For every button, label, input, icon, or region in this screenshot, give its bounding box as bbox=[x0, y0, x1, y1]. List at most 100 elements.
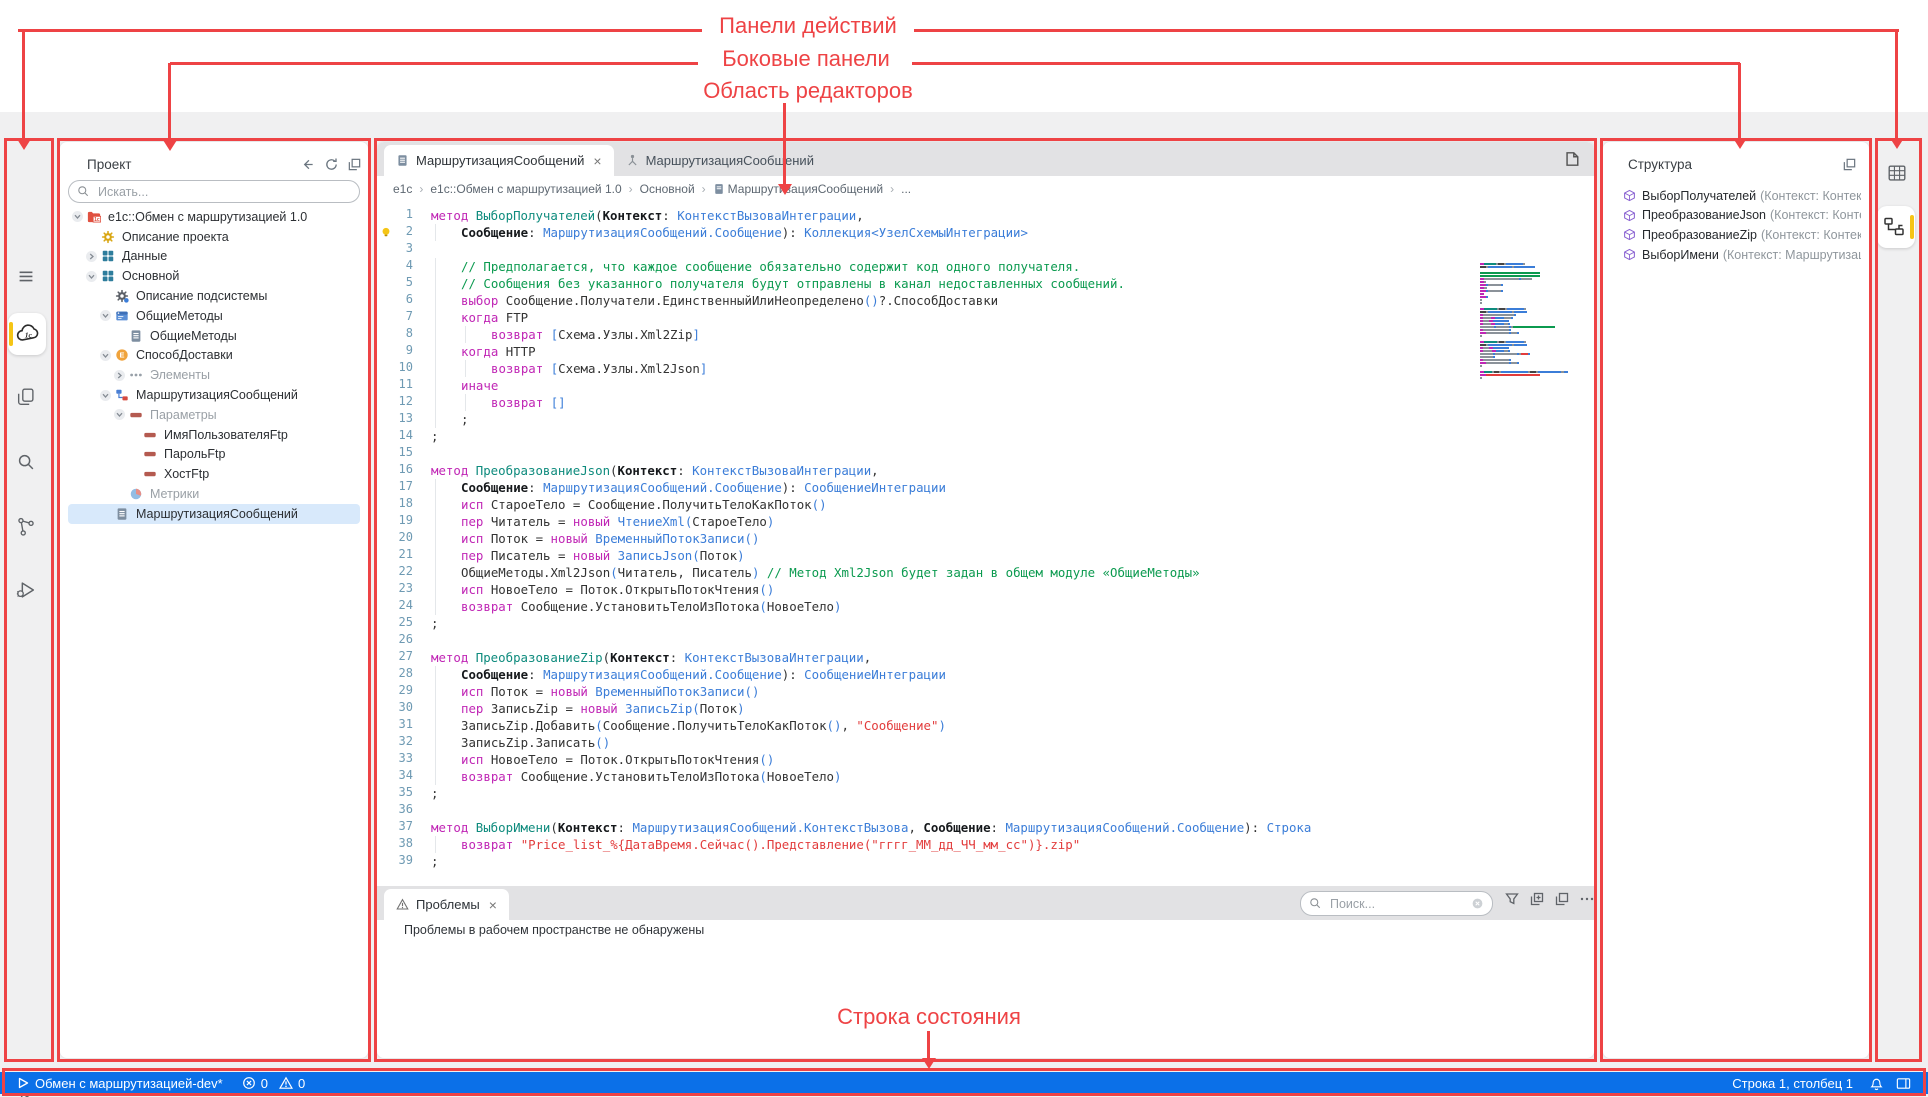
layout-icon[interactable] bbox=[1895, 1075, 1912, 1092]
code-line[interactable]: исп НовоеТело = Поток.ОткрытьПотокЧтения… bbox=[423, 751, 1594, 768]
restore-icon[interactable] bbox=[1554, 891, 1570, 907]
back-icon[interactable] bbox=[298, 155, 316, 173]
tree-item[interactable]: ПарольFtp bbox=[68, 445, 360, 465]
code-line[interactable]: метод ПреобразованиеJson(Контекст: Конте… bbox=[423, 462, 1594, 479]
chevron-down-icon[interactable] bbox=[100, 311, 115, 321]
code-line[interactable]: выбор Сообщение.Получатели.ЕдинственныйИ… bbox=[423, 292, 1594, 309]
collapse-all-icon[interactable] bbox=[345, 155, 363, 173]
status-project[interactable]: Обмен с маршрутизацией-dev* bbox=[35, 1076, 223, 1091]
tab-problems[interactable]: Проблемы × bbox=[384, 889, 509, 920]
structure-item[interactable]: ПреобразованиеJson(Контекст: Контек... bbox=[1623, 206, 1861, 226]
code-line[interactable]: метод ПреобразованиеZip(Контекст: Контек… bbox=[423, 649, 1594, 666]
breadcrumb-item[interactable]: e1c::Обмен с маршрутизацией 1.0 bbox=[430, 182, 621, 196]
table-icon[interactable] bbox=[1879, 155, 1915, 191]
code-line[interactable]: пер Писатель = новый ЗаписьJson(Поток) bbox=[423, 547, 1594, 564]
hamburger-icon[interactable] bbox=[8, 258, 44, 294]
project-search-input[interactable] bbox=[96, 184, 351, 200]
code-line[interactable]: ; bbox=[423, 615, 1594, 632]
chevron-down-icon[interactable] bbox=[86, 271, 101, 281]
breadcrumb-item[interactable]: e1c bbox=[393, 182, 412, 196]
tree-item[interactable]: МаршрутизацияСообщений bbox=[68, 504, 360, 524]
code-line[interactable] bbox=[423, 632, 1594, 649]
code-line[interactable]: ОбщиеМетоды.Xml2Json(Читатель, Писатель)… bbox=[423, 564, 1594, 581]
code-line[interactable]: ; bbox=[423, 853, 1594, 870]
code-line[interactable]: ; bbox=[423, 428, 1594, 445]
code-line[interactable]: исп Поток = новый ВременныйПотокЗаписи() bbox=[423, 530, 1594, 547]
tree-item[interactable]: Описание проекта bbox=[68, 227, 360, 247]
tree-item[interactable]: ИмяПользователяFtp bbox=[68, 425, 360, 445]
editor-menu-icon[interactable] bbox=[1562, 150, 1580, 173]
code-line[interactable]: исп Поток = новый ВременныйПотокЗаписи() bbox=[423, 683, 1594, 700]
maximize-icon[interactable] bbox=[1529, 891, 1545, 907]
code-line[interactable]: возврат "Price_list_%{ДатаВремя.Сейчас()… bbox=[423, 836, 1594, 853]
code-line[interactable]: когда HTTP bbox=[423, 343, 1594, 360]
tree-item[interactable]: МаршрутизацияСообщений bbox=[68, 385, 360, 405]
minimap[interactable] bbox=[1480, 263, 1586, 393]
breadcrumb-item[interactable]: МаршрутизацияСообщений bbox=[713, 181, 883, 196]
restore-icon[interactable] bbox=[1840, 155, 1858, 173]
refresh-icon[interactable] bbox=[322, 155, 340, 173]
chevron-down-icon[interactable] bbox=[100, 350, 115, 360]
code-line[interactable]: Сообщение: МаршрутизацияСообщений.Сообще… bbox=[423, 224, 1594, 241]
code-line[interactable] bbox=[423, 802, 1594, 819]
problems-search-input[interactable] bbox=[1328, 896, 1465, 912]
project-search[interactable] bbox=[68, 180, 360, 203]
tree-item[interactable]: Элементы bbox=[68, 365, 360, 385]
chevron-down-icon[interactable] bbox=[72, 212, 87, 222]
warnings-icon[interactable] bbox=[279, 1076, 293, 1090]
tree-item[interactable]: EСпособДоставки bbox=[68, 346, 360, 366]
code-line[interactable]: ЗаписьZip.Добавить(Сообщение.ПолучитьТел… bbox=[423, 717, 1594, 734]
code-line[interactable]: исп НовоеТело = Поток.ОткрытьПотокЧтения… bbox=[423, 581, 1594, 598]
chevron-down-icon[interactable] bbox=[114, 410, 129, 420]
code-line[interactable]: возврат [] bbox=[423, 394, 1594, 411]
code-line[interactable] bbox=[423, 445, 1594, 462]
tree-item[interactable]: Описание подсистемы bbox=[68, 286, 360, 306]
files-icon[interactable] bbox=[8, 379, 44, 415]
tree-item[interactable]: Метрики bbox=[68, 484, 360, 504]
search-icon[interactable] bbox=[8, 444, 44, 480]
structure-view-button[interactable] bbox=[1877, 206, 1915, 248]
code-line[interactable]: иначе bbox=[423, 377, 1594, 394]
tree-item[interactable]: Основной bbox=[68, 266, 360, 286]
tree-item[interactable]: Данные bbox=[68, 247, 360, 267]
code-line[interactable]: метод ВыборПолучателей(Контекст: Контекс… bbox=[423, 207, 1594, 224]
code-line[interactable]: метод ВыборИмени(Контекст: Маршрутизация… bbox=[423, 819, 1594, 836]
onec-explorer-button[interactable]: 1с bbox=[8, 313, 46, 355]
code-line[interactable]: когда FTP bbox=[423, 309, 1594, 326]
errors-icon[interactable] bbox=[242, 1076, 256, 1090]
chevron-right-icon[interactable] bbox=[86, 251, 101, 261]
breadcrumb-item[interactable]: Основной bbox=[640, 182, 695, 196]
code-line[interactable]: Сообщение: МаршрутизацияСообщений.Сообще… bbox=[423, 666, 1594, 683]
tree-item[interactable]: ОбщиеМетоды bbox=[68, 306, 360, 326]
structure-item[interactable]: ВыборИмени(Контекст: Маршрутизаци... bbox=[1623, 245, 1861, 265]
debug-icon[interactable] bbox=[8, 572, 44, 608]
tab-marshrutizatsiya-module[interactable]: МаршрутизацияСообщений × bbox=[384, 145, 614, 176]
tree-item[interactable]: 1ce1c::Обмен с маршрутизацией 1.0 bbox=[68, 207, 360, 227]
close-icon[interactable]: × bbox=[593, 154, 601, 168]
structure-item[interactable]: ПреобразованиеZip(Контекст: Контекс... bbox=[1623, 225, 1861, 245]
clear-icon[interactable] bbox=[1471, 897, 1484, 910]
close-icon[interactable]: × bbox=[489, 898, 497, 912]
chevron-down-icon[interactable] bbox=[100, 390, 115, 400]
code-line[interactable]: // Предполагается, что каждое сообщение … bbox=[423, 258, 1594, 275]
code-line[interactable]: возврат [Схема.Узлы.Xml2Json] bbox=[423, 360, 1594, 377]
play-icon[interactable] bbox=[16, 1076, 30, 1090]
code-line[interactable]: пер ЗаписьZip = новый ЗаписьZip(Поток) bbox=[423, 700, 1594, 717]
code-line[interactable]: // Сообщения без указанного получателя б… bbox=[423, 275, 1594, 292]
code-line[interactable]: ; bbox=[423, 411, 1594, 428]
code-line[interactable] bbox=[423, 241, 1594, 258]
more-icon[interactable] bbox=[1579, 891, 1594, 907]
problems-search[interactable] bbox=[1300, 891, 1493, 916]
code-line[interactable]: исп СтароеТело = Сообщение.ПолучитьТелоК… bbox=[423, 496, 1594, 513]
code-line[interactable]: возврат Сообщение.УстановитьТелоИзПотока… bbox=[423, 768, 1594, 785]
tree-item[interactable]: ОбщиеМетоды bbox=[68, 326, 360, 346]
filter-icon[interactable] bbox=[1504, 891, 1520, 907]
breadcrumb-item[interactable]: ... bbox=[901, 182, 911, 196]
code-line[interactable]: Сообщение: МаршрутизацияСообщений.Сообще… bbox=[423, 479, 1594, 496]
tree-item[interactable]: Параметры bbox=[68, 405, 360, 425]
cursor-position[interactable]: Строка 1, столбец 1 bbox=[1732, 1076, 1853, 1091]
git-graph-icon[interactable] bbox=[8, 509, 44, 545]
bell-icon[interactable] bbox=[1868, 1075, 1885, 1092]
chevron-right-icon[interactable] bbox=[114, 370, 129, 380]
code-line[interactable]: возврат Сообщение.УстановитьТелоИзПотока… bbox=[423, 598, 1594, 615]
